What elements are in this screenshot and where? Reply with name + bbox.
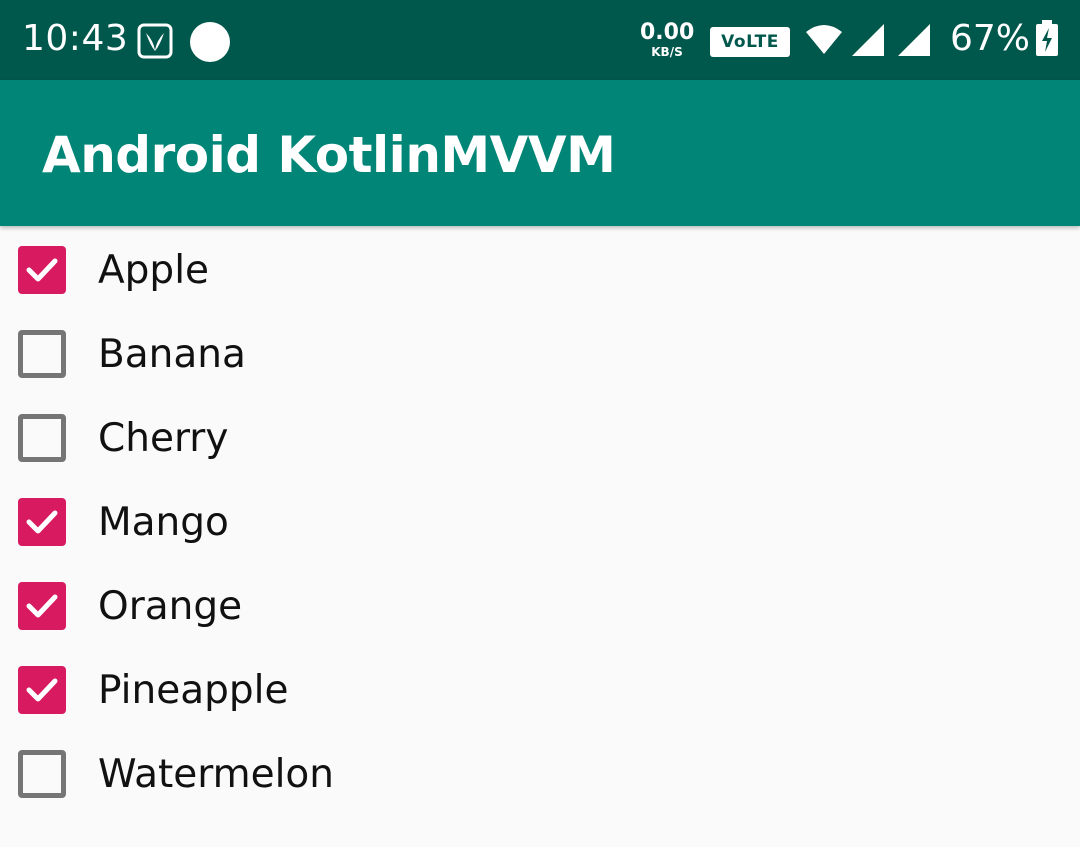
list-item[interactable]: Pineapple [0, 649, 1080, 733]
list-item-label: Apple [98, 248, 210, 293]
list-item-label: Cherry [98, 416, 229, 461]
list-item[interactable]: Orange [0, 565, 1080, 649]
checkmark-icon [26, 510, 58, 534]
checkmark-icon [26, 258, 58, 282]
checkbox[interactable] [18, 666, 66, 714]
list-item-label: Watermelon [98, 752, 334, 797]
fruit-list: Apple Banana Cherry Mango Orange Pineapp… [0, 229, 1080, 817]
checkbox[interactable] [18, 582, 66, 630]
list-item[interactable]: Cherry [0, 397, 1080, 481]
volte-badge: VoLTE [710, 27, 790, 57]
checkbox[interactable] [18, 246, 66, 294]
saavn-app-icon [137, 23, 173, 59]
app-bar: Android KotlinMVVM [0, 80, 1080, 226]
app-title: Android KotlinMVVM [42, 126, 616, 184]
list-item-label: Mango [98, 500, 229, 545]
battery-percent: 67% [950, 18, 1031, 59]
list-item-label: Pineapple [98, 668, 289, 713]
signal-strength-icon [850, 22, 886, 62]
list-item[interactable]: Watermelon [0, 733, 1080, 817]
list-item[interactable]: Mango [0, 481, 1080, 565]
notification-dot-icon [190, 22, 230, 62]
list-item-label: Banana [98, 332, 246, 377]
checkmark-icon [26, 594, 58, 618]
checkbox[interactable] [18, 750, 66, 798]
network-speed-unit: KB/S [651, 45, 683, 59]
checkbox[interactable] [18, 498, 66, 546]
list-item[interactable]: Banana [0, 313, 1080, 397]
list-item-label: Orange [98, 584, 243, 629]
status-bar: 10:43 0.00 KB/S VoLTE 67% [0, 0, 1080, 80]
network-speed: 0.00 KB/S [640, 20, 695, 59]
checkbox[interactable] [18, 414, 66, 462]
battery-charging-icon [1034, 20, 1060, 62]
checkbox[interactable] [18, 330, 66, 378]
list-item[interactable]: Apple [0, 229, 1080, 313]
checkmark-icon [26, 678, 58, 702]
status-time: 10:43 [22, 18, 129, 59]
network-speed-value: 0.00 [640, 20, 695, 45]
wifi-icon [804, 24, 844, 60]
signal-strength-icon [896, 22, 932, 62]
